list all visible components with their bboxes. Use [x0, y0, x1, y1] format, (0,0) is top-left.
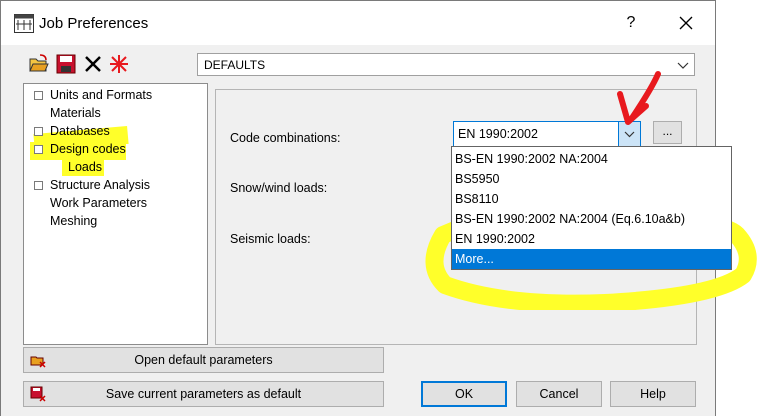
- preferences-tree: Units and Formats Materials Databases De…: [23, 83, 208, 345]
- expand-structure-analysis-icon[interactable]: [34, 181, 43, 190]
- code-combinations-value: EN 1990:2002: [458, 127, 538, 141]
- help-button[interactable]: Help: [610, 381, 696, 407]
- close-icon: [679, 16, 693, 30]
- open-parameters-icon: [30, 356, 46, 368]
- chevron-down-icon: [677, 62, 689, 69]
- save-button[interactable]: [55, 53, 77, 75]
- open-folder-icon: [29, 54, 49, 72]
- profile-select-value: DEFAULTS: [204, 58, 266, 72]
- option-bs-en-1990-na[interactable]: BS-EN 1990:2002 NA:2004: [452, 149, 731, 169]
- app-icon: [14, 14, 34, 33]
- red-arrow-annotation: [617, 71, 661, 125]
- reset-star-icon: [110, 55, 128, 73]
- tree-item-databases[interactable]: Databases: [50, 124, 110, 138]
- close-button[interactable]: [669, 11, 703, 35]
- open-button[interactable]: [28, 53, 50, 75]
- save-parameters-icon: [30, 386, 46, 402]
- help-title-button[interactable]: ?: [620, 11, 642, 35]
- delete-icon: [85, 56, 101, 72]
- tree-item-work-parameters[interactable]: Work Parameters: [50, 196, 147, 210]
- cancel-button[interactable]: Cancel: [516, 381, 602, 407]
- tree-item-materials[interactable]: Materials: [50, 106, 101, 120]
- option-bs8110[interactable]: BS8110: [452, 189, 731, 209]
- open-default-parameters-label: Open default parameters: [134, 353, 273, 367]
- option-more[interactable]: More...: [452, 249, 731, 269]
- snow-wind-label: Snow/wind loads:: [230, 181, 328, 195]
- reset-button[interactable]: [108, 53, 130, 75]
- tree-item-units[interactable]: Units and Formats: [50, 88, 152, 102]
- expand-units-icon[interactable]: [34, 91, 43, 100]
- tree-item-structure-analysis[interactable]: Structure Analysis: [50, 178, 150, 192]
- ok-button[interactable]: OK: [421, 381, 507, 407]
- tree-item-loads[interactable]: Loads: [68, 160, 102, 174]
- window-title: Job Preferences: [39, 15, 149, 32]
- option-en-1990-2002[interactable]: EN 1990:2002: [452, 229, 731, 249]
- seismic-label: Seismic loads:: [230, 232, 311, 246]
- collapse-design-codes-icon[interactable]: [34, 145, 43, 154]
- option-bs-en-1990-eq610[interactable]: BS-EN 1990:2002 NA:2004 (Eq.6.10a&b): [452, 209, 731, 229]
- option-bs5950[interactable]: BS5950: [452, 169, 731, 189]
- code-combinations-list: BS-EN 1990:2002 NA:2004 BS5950 BS8110 BS…: [451, 146, 732, 270]
- save-current-parameters-button[interactable]: Save current parameters as default: [23, 381, 384, 407]
- title-bar: Job Preferences ?: [1, 1, 715, 45]
- open-default-parameters-button[interactable]: Open default parameters: [23, 347, 384, 373]
- delete-button[interactable]: [82, 53, 104, 75]
- expand-databases-icon[interactable]: [34, 127, 43, 136]
- code-combinations-label: Code combinations:: [230, 131, 341, 145]
- tree-item-design-codes[interactable]: Design codes: [50, 142, 126, 156]
- tree-item-meshing[interactable]: Meshing: [50, 214, 97, 228]
- save-current-parameters-label: Save current parameters as default: [105, 387, 302, 401]
- save-icon: [56, 54, 76, 74]
